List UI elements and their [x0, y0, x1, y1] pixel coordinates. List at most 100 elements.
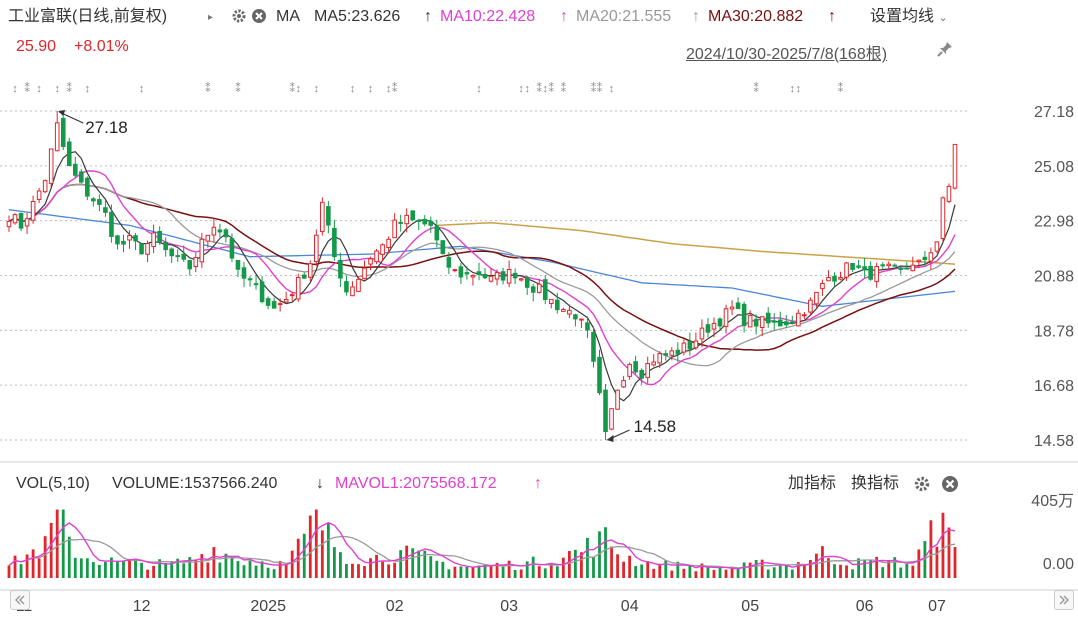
volume-bar: [218, 562, 222, 578]
candle: [235, 259, 241, 270]
volume-bar: [97, 564, 101, 578]
y-tick-label: 25.08: [1034, 159, 1074, 176]
volume-bar: [573, 549, 577, 578]
candle: [24, 218, 30, 227]
candle: [663, 353, 669, 356]
candle: [470, 275, 476, 278]
volume-bar: [802, 564, 806, 578]
candle: [211, 226, 217, 236]
volume-bar: [363, 566, 366, 578]
candle: [422, 218, 428, 225]
volume-bar: [935, 546, 939, 578]
volume-bar: [134, 558, 137, 578]
volume-bar: [555, 566, 559, 578]
scroll-right-button[interactable]: [1054, 590, 1074, 610]
candle: [54, 122, 60, 152]
volume-bar: [266, 567, 270, 578]
candle: [133, 235, 138, 242]
candle: [205, 234, 211, 242]
candle: [922, 256, 928, 261]
volume-bar: [375, 554, 378, 578]
candle: [193, 257, 199, 268]
event-marker-icon: ↕: [476, 83, 482, 95]
candle: [765, 312, 771, 324]
candle: [675, 349, 681, 355]
candle: [856, 265, 861, 268]
volume-bar: [706, 566, 710, 578]
candle: [356, 278, 361, 292]
volume-bar: [399, 550, 403, 578]
candle: [862, 266, 867, 271]
candle: [241, 267, 247, 279]
volume-bar: [477, 565, 481, 578]
event-marker-icon: ⁑: [561, 82, 567, 95]
volume-bar: [140, 562, 143, 578]
candle: [705, 324, 711, 333]
candle: [277, 303, 283, 306]
volume-bar: [561, 557, 565, 578]
candle: [362, 267, 367, 279]
volume-zero-label: 0.00: [1043, 556, 1074, 573]
volume-bar: [67, 536, 71, 578]
candle: [820, 282, 825, 290]
volume-bar: [230, 556, 234, 578]
y-tick-label: 27.18: [1034, 104, 1074, 121]
event-marker-icon: ⁑: [24, 82, 30, 95]
candle: [627, 363, 632, 377]
candle: [591, 331, 596, 362]
volume-bar: [13, 555, 17, 578]
candle: [295, 276, 301, 300]
candle: [783, 321, 789, 326]
volume-bar: [381, 561, 384, 578]
candle: [904, 267, 910, 270]
volume-bar: [610, 546, 613, 578]
candle: [868, 265, 873, 280]
candle: [609, 408, 614, 430]
candle: [169, 248, 174, 257]
volume-bar: [688, 565, 692, 578]
candle: [940, 197, 946, 239]
candle: [952, 143, 958, 189]
volume-bar: [357, 564, 360, 578]
candle: [777, 319, 783, 327]
volume-chart[interactable]: 405万0.0011122025020304050607: [0, 490, 1078, 619]
candle: [561, 308, 566, 312]
candle: [12, 214, 18, 224]
volume-bar: [453, 566, 457, 578]
volume-bar: [55, 509, 59, 578]
candle: [536, 283, 542, 293]
candle: [542, 279, 548, 301]
candle: [826, 277, 831, 282]
volume-bar: [790, 569, 794, 578]
volume-bar: [278, 560, 282, 578]
candle: [332, 227, 337, 258]
candle: [946, 185, 952, 202]
candle: [723, 308, 729, 327]
volume-bar: [507, 560, 511, 578]
volume-bar: [592, 557, 595, 578]
volume-bar: [332, 547, 336, 578]
candle: [66, 141, 72, 167]
candle: [320, 201, 325, 233]
candle: [850, 263, 855, 270]
scroll-left-button[interactable]: [10, 590, 30, 610]
volume-bar: [634, 566, 638, 578]
candle: [97, 199, 102, 205]
price-chart[interactable]: 27.1825.0822.9820.8818.7816.6814.58↕ ⁑ ↕ ↕ ⁑…: [0, 0, 1078, 470]
y-tick-label: 18.78: [1034, 323, 1074, 340]
event-marker-icon: ↕: [139, 83, 145, 95]
candle: [338, 259, 343, 279]
volume-bar: [73, 557, 77, 578]
candle: [103, 207, 108, 213]
candle: [289, 294, 295, 297]
candle: [621, 380, 626, 388]
volume-bar: [260, 561, 264, 578]
y-tick-label: 14.58: [1034, 433, 1074, 450]
candle: [374, 250, 379, 263]
volume-bar: [116, 560, 119, 578]
volume-bar: [531, 556, 535, 578]
low-label: 14.58: [634, 417, 677, 436]
volume-bar: [658, 563, 662, 578]
event-marker-icon: ↕: [524, 83, 530, 95]
candle: [163, 241, 168, 251]
